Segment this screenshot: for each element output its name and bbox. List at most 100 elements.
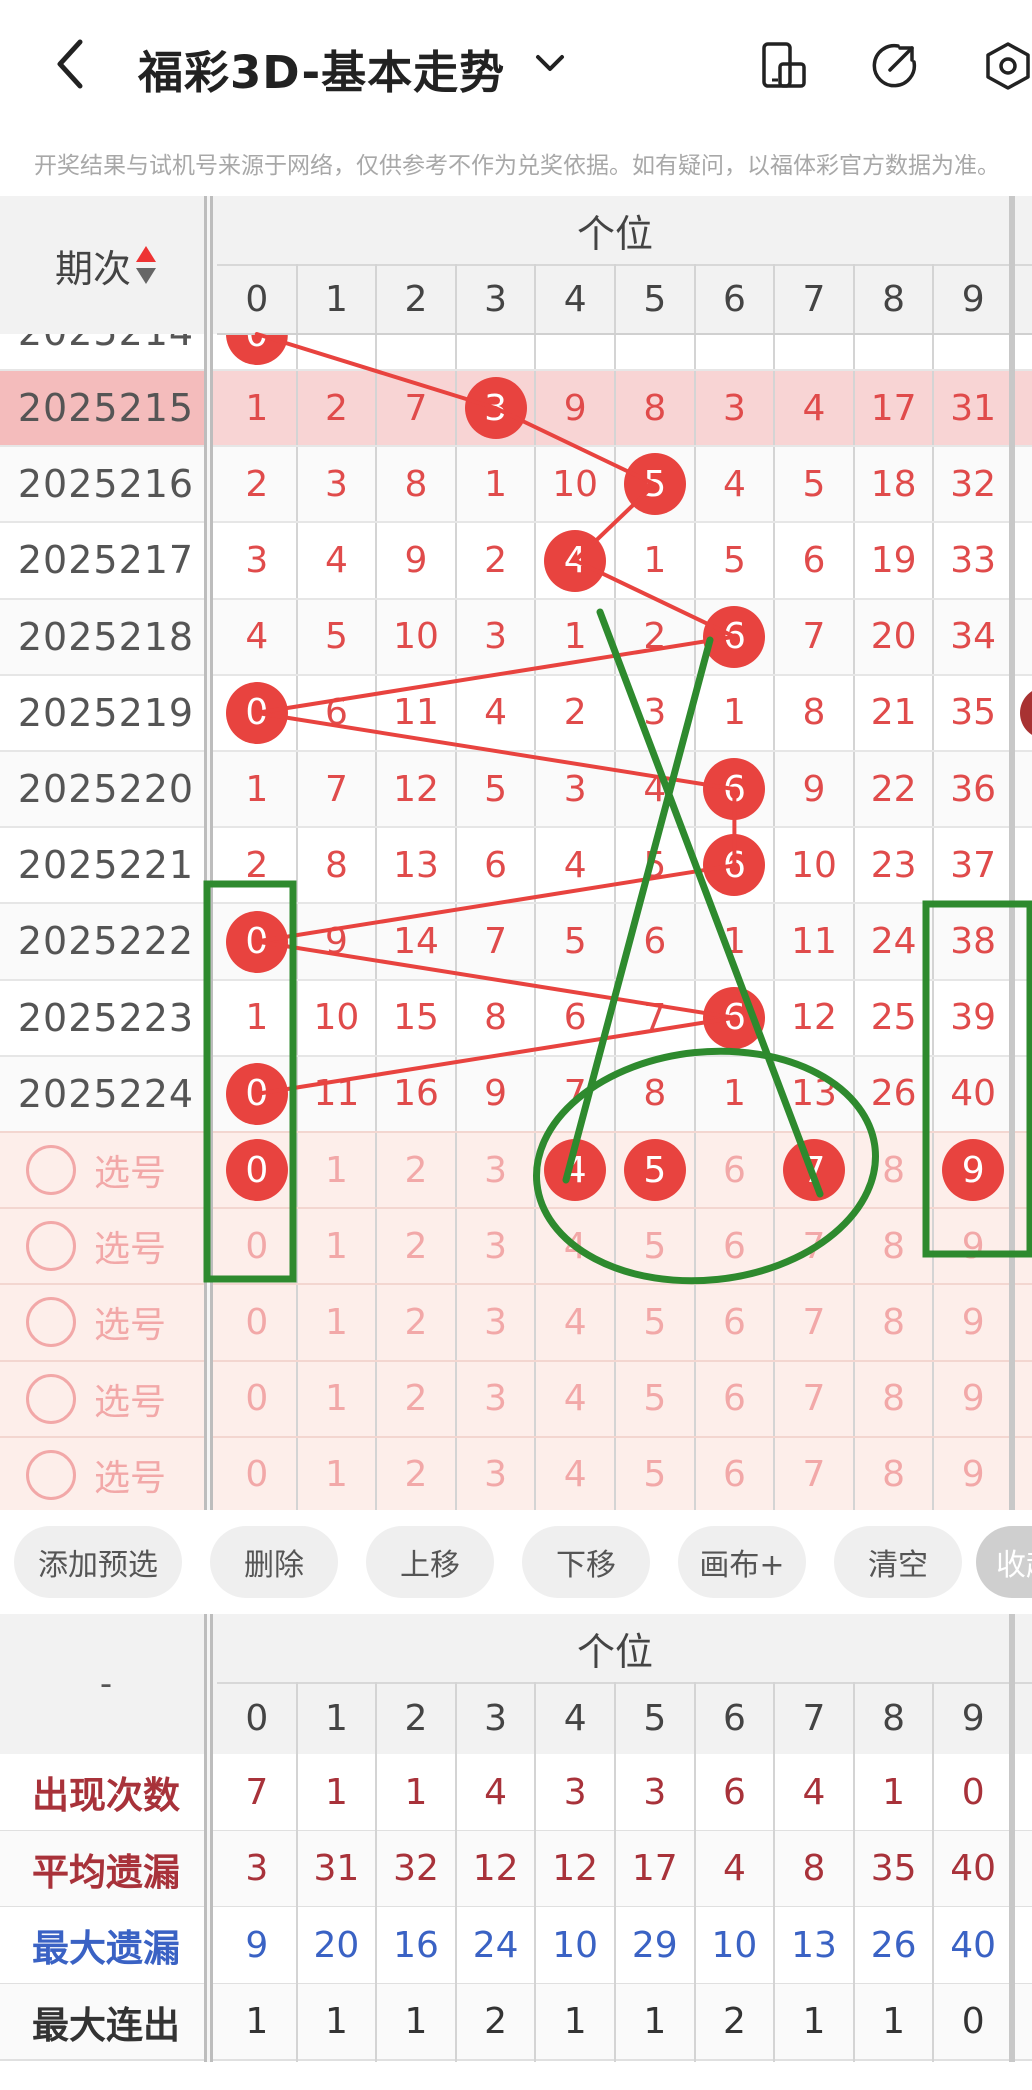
- selected-digit-ball[interactable]: 5: [623, 1139, 686, 1202]
- omission-value: 32: [950, 463, 997, 505]
- pick-digit[interactable]: 2: [376, 1132, 456, 1208]
- stats-value: 1: [563, 2001, 587, 2043]
- pick-digit[interactable]: 9: [933, 1284, 1013, 1360]
- sort-icon[interactable]: [135, 244, 157, 286]
- action-button[interactable]: 添加预选: [14, 1526, 182, 1598]
- stats-value: 1: [245, 2001, 269, 2043]
- pick-digit[interactable]: 2: [376, 1437, 456, 1513]
- pick-digit[interactable]: 5: [615, 1284, 695, 1360]
- stats-value: 10: [711, 1924, 758, 1966]
- pick-digit[interactable]: 1: [297, 1361, 377, 1437]
- selected-digit-ball[interactable]: 9: [942, 1139, 1005, 1202]
- omission-value: 1: [722, 1073, 746, 1115]
- grid-hline: [0, 2059, 1032, 2061]
- stats-value: 1: [643, 2001, 667, 2043]
- pick-digit[interactable]: 7: [774, 1361, 854, 1437]
- back-arrow-icon[interactable]: [50, 36, 94, 92]
- stats-table: - 个位 0 1 2 3 4 5 6 7 8 9 出现次数 7 1 1 4 3 3 6 4 1 0 平均遗漏 3 31 32 12 12…: [0, 1614, 1032, 2062]
- pick-digit[interactable]: 6: [695, 1208, 775, 1284]
- pick-digit[interactable]: 7: [774, 1208, 854, 1284]
- pick-digit[interactable]: 3: [456, 1208, 536, 1284]
- pick-digit[interactable]: 8: [854, 1132, 934, 1208]
- omission-value: 1: [245, 768, 269, 810]
- omission-value: 4: [245, 616, 269, 658]
- omission-value: 8: [643, 387, 667, 429]
- action-button[interactable]: 删除: [210, 1526, 338, 1598]
- column-separator: [1009, 1614, 1015, 2062]
- pick-digit[interactable]: 1: [297, 1284, 377, 1360]
- grid-vline: [375, 1682, 378, 2062]
- pick-digit[interactable]: 5: [615, 1361, 695, 1437]
- pick-digit[interactable]: 1: [297, 1437, 377, 1513]
- pick-digit[interactable]: 0: [217, 1284, 297, 1360]
- omission-value: 14: [393, 920, 439, 962]
- pick-digit[interactable]: 3: [456, 1284, 536, 1360]
- pick-digit[interactable]: 9: [933, 1361, 1013, 1437]
- select-circle-icon[interactable]: [26, 1221, 76, 1272]
- chevron-down-icon[interactable]: [532, 48, 568, 78]
- pick-digit[interactable]: 0: [217, 1208, 297, 1284]
- action-button[interactable]: 清空: [834, 1526, 962, 1598]
- stats-value: 12: [552, 1848, 599, 1890]
- pick-digit[interactable]: 2: [376, 1208, 456, 1284]
- pick-digit[interactable]: 2: [376, 1284, 456, 1360]
- pick-digit[interactable]: 4: [535, 1208, 615, 1284]
- select-circle-icon[interactable]: [26, 1145, 76, 1196]
- pick-digit[interactable]: 5: [615, 1437, 695, 1513]
- share-icon[interactable]: [868, 40, 920, 92]
- screen-rotate-icon[interactable]: [758, 40, 810, 92]
- pick-row-label[interactable]: 选号: [0, 1361, 212, 1437]
- action-button[interactable]: 下移: [522, 1526, 650, 1598]
- pick-digit[interactable]: 0: [217, 1437, 297, 1513]
- pick-digit[interactable]: 4: [535, 1284, 615, 1360]
- pick-digit[interactable]: 7: [774, 1437, 854, 1513]
- selected-digit-ball[interactable]: 4: [544, 1139, 607, 1202]
- selected-digit-ball[interactable]: 7: [783, 1139, 845, 1202]
- period-number: 2025221: [17, 843, 195, 888]
- pick-digit[interactable]: 3: [456, 1132, 536, 1208]
- stats-value: 3: [563, 1771, 587, 1813]
- pick-digit[interactable]: 4: [535, 1361, 615, 1437]
- pick-digit[interactable]: 7: [774, 1284, 854, 1360]
- select-circle-icon[interactable]: [26, 1373, 76, 1424]
- pick-digit[interactable]: 8: [854, 1208, 934, 1284]
- pick-digit[interactable]: 6: [695, 1361, 775, 1437]
- period-number: 2025217: [17, 538, 195, 583]
- pick-row-label[interactable]: 选号: [0, 1284, 212, 1360]
- selected-digit-ball[interactable]: 0: [225, 1139, 288, 1202]
- digit-header: 4: [563, 278, 587, 320]
- pick-digit[interactable]: 3: [456, 1361, 536, 1437]
- pick-digit[interactable]: 9: [933, 1437, 1013, 1513]
- pick-row-label[interactable]: 选号: [0, 1208, 212, 1284]
- pick-row-label[interactable]: 选号: [0, 1132, 212, 1208]
- action-button[interactable]: 上移: [366, 1526, 494, 1598]
- pick-digit[interactable]: 8: [854, 1361, 934, 1437]
- pick-digit[interactable]: 6: [695, 1437, 775, 1513]
- pick-digit[interactable]: 5: [615, 1208, 695, 1284]
- pick-digit[interactable]: 3: [456, 1437, 536, 1513]
- stats-digit-header: 0: [245, 1697, 269, 1739]
- action-button[interactable]: 画布+: [678, 1526, 806, 1598]
- grid-hline: [0, 1359, 1032, 1362]
- pick-digit[interactable]: 9: [933, 1208, 1013, 1284]
- pick-digit[interactable]: 1: [297, 1208, 377, 1284]
- omission-value: 33: [950, 539, 997, 581]
- pick-digit[interactable]: 8: [854, 1437, 934, 1513]
- period-header[interactable]: 期次: [0, 196, 212, 334]
- pick-digit[interactable]: 8: [854, 1284, 934, 1360]
- page-title[interactable]: 福彩3D-基本走势: [138, 36, 505, 101]
- pick-row-label[interactable]: 选号: [0, 1437, 212, 1513]
- pick-digit[interactable]: 0: [217, 1361, 297, 1437]
- select-circle-icon[interactable]: [26, 1449, 76, 1500]
- omission-value: 10: [791, 844, 837, 886]
- pick-digit[interactable]: 6: [695, 1132, 775, 1208]
- stats-value: 9: [245, 1924, 269, 1966]
- settings-icon[interactable]: [982, 40, 1032, 92]
- pick-digit[interactable]: 4: [535, 1437, 615, 1513]
- select-circle-icon[interactable]: [26, 1297, 76, 1348]
- pick-digit[interactable]: 6: [695, 1284, 775, 1360]
- pick-digit[interactable]: 2: [376, 1361, 456, 1437]
- pick-digit[interactable]: 1: [297, 1132, 377, 1208]
- omission-value: 5: [643, 844, 667, 886]
- grid-hline: [0, 1207, 1032, 1210]
